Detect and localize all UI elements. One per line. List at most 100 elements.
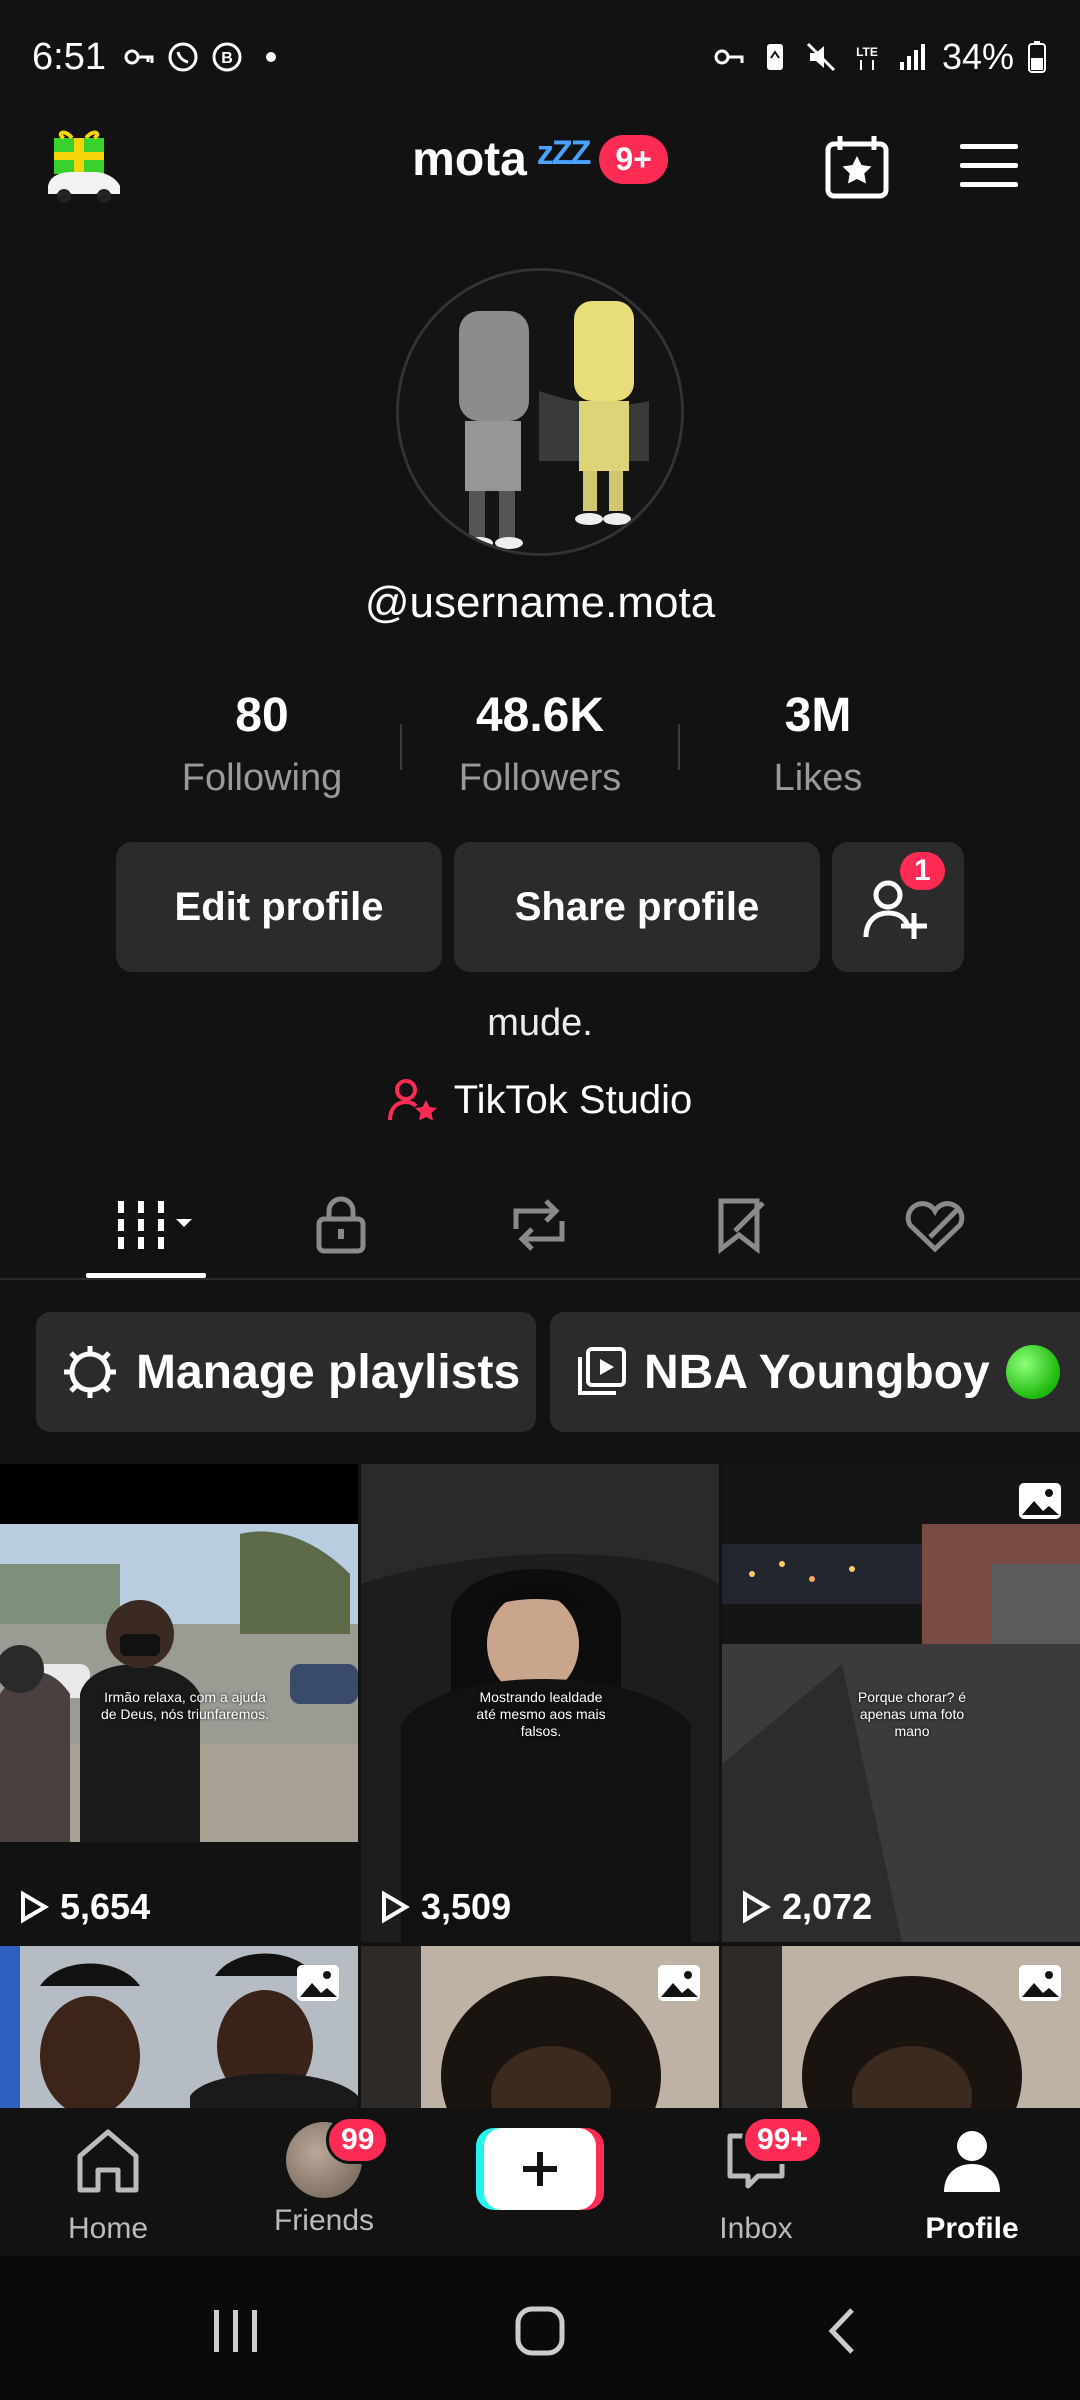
- profile-icon: [944, 2131, 1000, 2192]
- status-left-icons: B: [122, 40, 288, 74]
- gear-icon: [64, 1346, 116, 1398]
- bookmark-hidden-icon: [718, 1198, 765, 1255]
- signal-icon: [899, 44, 925, 70]
- playlist-chip[interactable]: NBA Youngboy: [550, 1312, 1080, 1432]
- share-profile-button[interactable]: Share profile: [454, 842, 820, 972]
- view-count: 3,509: [379, 1886, 511, 1928]
- stat-label: Following: [181, 757, 343, 799]
- stat-likes[interactable]: 3M Likes: [698, 688, 938, 800]
- profile-title[interactable]: mota: [412, 132, 527, 187]
- status-bar: 6:51 B LTE 34%: [0, 0, 1080, 120]
- tiktok-studio-label: TikTok Studio: [453, 1077, 693, 1122]
- calendar-star-icon[interactable]: [822, 132, 892, 202]
- avatar-image: [399, 271, 681, 553]
- mute-icon: [806, 42, 835, 72]
- whatsapp-icon: [168, 42, 198, 72]
- menu-icon[interactable]: [958, 140, 1020, 192]
- notification-badge[interactable]: 9+: [599, 135, 668, 184]
- content-tabs: [0, 1170, 1080, 1280]
- bottom-nav: Home 99 Friends 99+ Inbox Profile: [0, 2108, 1080, 2256]
- stat-divider: [400, 724, 402, 770]
- add-friends-badge: 1: [900, 852, 945, 890]
- create-button[interactable]: [476, 2126, 604, 2212]
- photo-icon: [1019, 1965, 1061, 2001]
- video-grid: Irmão relaxa, com a ajuda de Deus, nós t…: [0, 1464, 1080, 2108]
- dot-icon: [266, 52, 276, 62]
- stat-label: Followers: [458, 757, 622, 799]
- lte-icon: LTE: [856, 45, 878, 70]
- nav-profile[interactable]: Profile: [892, 2122, 1052, 2246]
- battery-saver-icon: [766, 44, 783, 70]
- stat-divider: [678, 724, 680, 770]
- battery-icon: [1028, 41, 1046, 73]
- tab-reposts[interactable]: [494, 1190, 584, 1260]
- tab-videos[interactable]: [104, 1190, 204, 1260]
- home-system-icon[interactable]: [510, 2306, 570, 2356]
- back-icon[interactable]: [818, 2306, 868, 2356]
- nav-friends[interactable]: 99 Friends: [244, 2116, 404, 2238]
- photo-icon: [658, 1965, 700, 2001]
- view-count: 5,654: [18, 1886, 150, 1928]
- nav-friends-label: Friends: [273, 2204, 375, 2237]
- profile-stats: 80 Following 48.6K Followers 3M Likes: [0, 688, 1080, 808]
- tab-liked[interactable]: [890, 1190, 980, 1260]
- status-right: LTE 34%: [712, 36, 1048, 78]
- video-caption: Mostrando lealdade até mesmo aos mais fa…: [476, 1689, 606, 1739]
- manage-playlists-label: Manage playlists: [136, 1345, 521, 1399]
- video-caption: Irmão relaxa, com a ajuda de Deus, nós t…: [100, 1689, 270, 1722]
- tiktok-studio-link[interactable]: TikTok Studio: [0, 1076, 1080, 1124]
- creator-star-icon: [387, 1079, 437, 1121]
- lock-icon: [316, 1196, 366, 1254]
- stat-value: 3M: [784, 689, 852, 742]
- system-nav-bar: [0, 2256, 1080, 2400]
- green-circle-emoji: [1005, 1345, 1060, 1399]
- play-icon: [382, 1890, 410, 1924]
- profile-header: mota zZZ 9+: [0, 120, 1080, 220]
- play-icon: [21, 1890, 49, 1924]
- view-count-text: 2,072: [782, 1886, 873, 1927]
- friends-badge: 99: [326, 2116, 390, 2164]
- video-caption: Porque chorar? é apenas uma foto mano: [857, 1689, 967, 1739]
- photo-icon: [1019, 1483, 1061, 1519]
- profile-username: @username.mota: [364, 578, 716, 627]
- svg-text:B: B: [221, 50, 233, 67]
- grid-columns-icon: [118, 1201, 192, 1249]
- video-tile[interactable]: [0, 1946, 358, 2108]
- battery-percent: 34%: [941, 36, 1014, 77]
- photo-icon: [297, 1965, 339, 2001]
- status-time: 6:51: [32, 36, 106, 78]
- profile-bio: mude.: [487, 1002, 593, 1044]
- video-tile[interactable]: Porque chorar? é apenas uma foto mano 2,…: [722, 1464, 1080, 1942]
- view-count-text: 3,509: [421, 1886, 512, 1927]
- playlist-icon: [578, 1347, 626, 1395]
- tab-private[interactable]: [296, 1190, 386, 1260]
- active-tab-indicator: [86, 1273, 206, 1278]
- video-tile[interactable]: Irmão relaxa, com a ajuda de Deus, nós t…: [0, 1464, 358, 1942]
- profile-avatar[interactable]: [396, 268, 684, 556]
- heart-hidden-icon: [905, 1201, 965, 1253]
- nav-inbox[interactable]: 99+ Inbox: [676, 2116, 836, 2246]
- vpn-key-icon: [714, 49, 744, 65]
- stat-followers[interactable]: 48.6K Followers: [420, 688, 660, 800]
- play-icon: [743, 1890, 771, 1924]
- nav-home[interactable]: Home: [28, 2122, 188, 2246]
- view-count: 2,072: [740, 1886, 872, 1928]
- add-friends-button[interactable]: 1: [832, 842, 964, 972]
- nav-profile-label: Profile: [925, 2212, 1019, 2245]
- manage-playlists-button[interactable]: Manage playlists: [36, 1312, 536, 1432]
- video-tile[interactable]: [361, 1946, 719, 2108]
- nav-inbox-label: Inbox: [719, 2212, 793, 2245]
- stat-value: 48.6K: [475, 689, 605, 742]
- svg-text:LTE: LTE: [856, 45, 878, 59]
- video-tile[interactable]: [722, 1946, 1080, 2108]
- stat-value: 80: [235, 689, 289, 742]
- stat-following[interactable]: 80 Following: [142, 688, 382, 800]
- inbox-badge: 99+: [742, 2116, 823, 2164]
- video-tile[interactable]: Mostrando lealdade até mesmo aos mais fa…: [361, 1464, 719, 1942]
- stat-label: Likes: [773, 757, 863, 799]
- recent-apps-icon[interactable]: [206, 2306, 266, 2356]
- edit-profile-button[interactable]: Edit profile: [116, 842, 442, 972]
- b-badge-icon: B: [212, 42, 242, 72]
- tab-favorites[interactable]: [696, 1190, 786, 1260]
- home-icon: [77, 2129, 139, 2193]
